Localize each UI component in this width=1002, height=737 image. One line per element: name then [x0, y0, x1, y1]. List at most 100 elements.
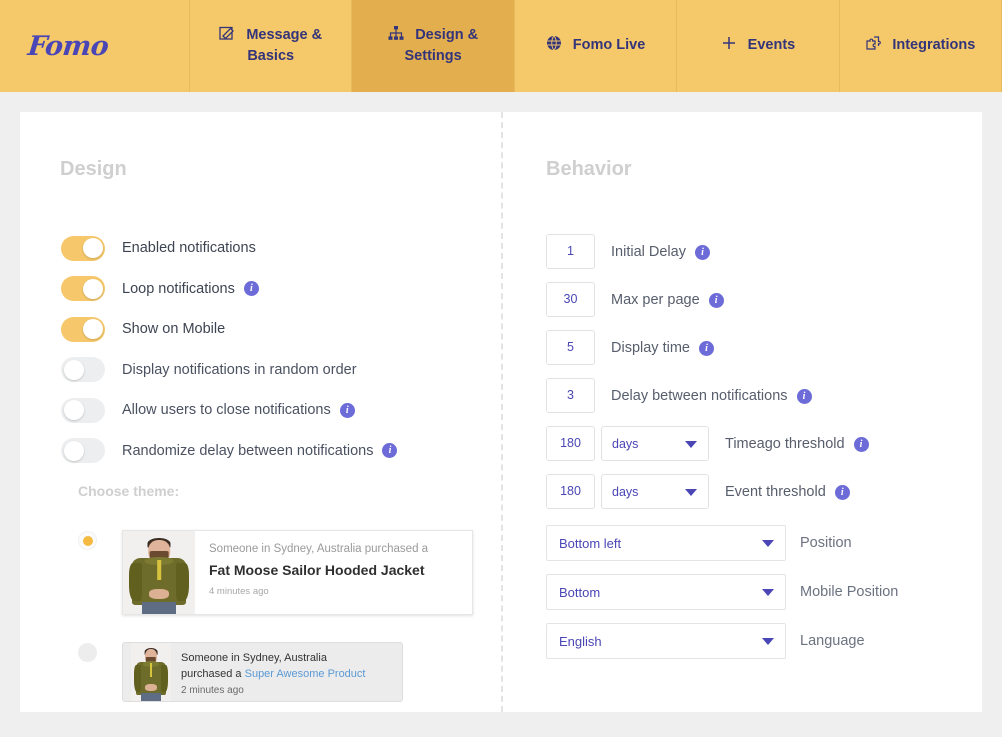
info-icon[interactable]: i	[708, 292, 724, 308]
info-icon[interactable]: i	[834, 484, 850, 500]
select-row-mobile-position: Bottom Mobile Position	[546, 574, 898, 610]
input-display-time[interactable]: 5	[546, 330, 595, 365]
select-mobile-position[interactable]: Bottom	[546, 574, 786, 610]
field-row-delay-between-notifications: 3 Delay between notifications i	[546, 378, 869, 413]
theme-option-1[interactable]: Someone in Sydney, Australia purchased a…	[78, 530, 473, 615]
field-row-display-time: 5 Display time i	[546, 330, 869, 365]
theme-preview-image-2	[131, 643, 171, 701]
select-value: Bottom left	[559, 535, 622, 551]
select-label: Language	[800, 633, 865, 649]
input-max-per-page[interactable]: 30	[546, 282, 595, 317]
select-value: days	[612, 436, 639, 451]
field-label: Initial Delay i	[611, 244, 710, 260]
field-label: Delay between notifications i	[611, 388, 812, 404]
theme-preview-card-2[interactable]: Someone in Sydney, Australia purchased a…	[122, 642, 403, 702]
tab-design-and-settings[interactable]: Design & Settings	[352, 0, 515, 92]
toggle-label: Display notifications in random order	[122, 361, 357, 378]
theme-1-timestamp: 4 minutes ago	[209, 586, 269, 597]
toggle-row-enabled-notifications[interactable]: Enabled notifications	[61, 235, 397, 261]
toggle-knob	[63, 359, 84, 380]
input-delay-between-notifications[interactable]: 3	[546, 378, 595, 413]
tab-label: Message & Basics	[246, 26, 323, 64]
field-label-text: Event threshold	[725, 483, 826, 500]
select-value: English	[559, 633, 602, 649]
toggle-label: Loop notifications	[122, 280, 235, 297]
toggle-loop-notifications[interactable]	[61, 276, 105, 301]
settings-card: Design Enabled notifications Loop notifi…	[20, 112, 982, 712]
info-icon[interactable]: i	[694, 244, 710, 260]
theme-radio-1[interactable]	[78, 531, 97, 550]
chevron-down-icon	[685, 488, 697, 496]
select-event-threshold-unit[interactable]: days	[601, 474, 709, 509]
input-initial-delay[interactable]: 1	[546, 234, 595, 269]
design-toggle-list: Enabled notifications Loop notifications…	[61, 235, 398, 478]
behavior-select-list: Bottom left Position Bottom Mobile Posit…	[546, 525, 898, 672]
theme-radio-2[interactable]	[78, 643, 97, 662]
chevron-down-icon	[762, 638, 774, 645]
select-label: Mobile Position	[800, 584, 899, 600]
toggle-row-allow-close[interactable]: Allow users to close notifications i	[61, 397, 397, 423]
theme-2-product-link[interactable]: Super Awesome Product	[245, 668, 366, 680]
select-row-language: English Language	[546, 623, 898, 659]
theme-preview-image-1	[123, 531, 195, 614]
field-label-text: Max per page	[611, 291, 700, 308]
field-label: Max per page i	[611, 292, 724, 308]
select-timeago-threshold-unit[interactable]: days	[601, 426, 709, 461]
toggle-row-random-order[interactable]: Display notifications in random order	[61, 357, 397, 383]
design-pane-title: Design	[60, 158, 127, 180]
field-label: Display time i	[611, 340, 714, 356]
info-icon[interactable]: i	[853, 436, 869, 452]
puzzle-piece-icon	[865, 35, 882, 51]
tab-fomo-live[interactable]: Fomo Live	[515, 0, 678, 92]
toggle-row-loop-notifications[interactable]: Loop notifications i	[61, 276, 397, 302]
toggle-label: Randomize delay between notifications	[122, 442, 374, 459]
tab-events[interactable]: Events	[677, 0, 840, 92]
theme-2-line2: purchased a Super Awesome Product	[181, 667, 365, 683]
info-icon[interactable]: i	[339, 402, 355, 418]
toggle-allow-users-close[interactable]	[61, 397, 105, 423]
tab-label: Integrations	[892, 37, 976, 54]
select-label: Position	[800, 535, 852, 551]
toggle-label: Enabled notifications	[122, 240, 256, 256]
brand-logo-area[interactable]: Fomo	[0, 0, 190, 92]
chevron-down-icon	[762, 589, 774, 596]
theme-option-2[interactable]: Someone in Sydney, Australia purchased a…	[78, 642, 403, 702]
toggle-display-random-order[interactable]	[61, 357, 105, 382]
toggle-row-randomize-delay[interactable]: Randomize delay between notifications i	[61, 438, 398, 464]
field-row-event-threshold: 180 days Event threshold i	[546, 474, 869, 509]
info-icon[interactable]: i	[796, 388, 812, 404]
tab-integrations[interactable]: Integrations	[840, 0, 1002, 92]
field-label: Event threshold i	[725, 484, 850, 500]
theme-preview-card-1[interactable]: Someone in Sydney, Australia purchased a…	[122, 530, 473, 615]
toggle-enabled-notifications[interactable]	[61, 235, 105, 261]
select-language[interactable]: English	[546, 623, 786, 659]
toggle-show-on-mobile[interactable]	[61, 316, 105, 342]
globe-icon	[546, 35, 562, 51]
field-label-text: Initial Delay	[611, 243, 686, 260]
toggle-knob	[63, 440, 84, 461]
select-row-position: Bottom left Position	[546, 525, 898, 561]
pencil-square-icon	[219, 25, 235, 41]
info-icon[interactable]: i	[698, 340, 714, 356]
tab-message-and-basics[interactable]: Message & Basics	[190, 0, 353, 92]
toggle-randomize-delay[interactable]	[61, 438, 105, 463]
field-label-text: Display time	[611, 339, 690, 356]
input-event-threshold[interactable]: 180	[546, 474, 595, 509]
toggle-knob	[63, 400, 84, 420]
info-icon[interactable]: i	[243, 281, 259, 296]
design-pane: Design Enabled notifications Loop notifi…	[20, 112, 501, 712]
theme-2-line1: Someone in Sydney, Australia	[181, 652, 327, 664]
toggle-label: Show on Mobile	[122, 321, 226, 337]
field-label-text: Timeago threshold	[725, 435, 845, 452]
field-label: Timeago threshold i	[725, 436, 869, 452]
field-row-max-per-page: 30 Max per page i	[546, 282, 869, 317]
behavior-pane-title: Behavior	[546, 158, 632, 180]
input-timeago-threshold[interactable]: 180	[546, 426, 595, 461]
toggle-row-show-on-mobile[interactable]: Show on Mobile	[61, 316, 397, 342]
tab-label: Events	[747, 37, 796, 54]
info-icon[interactable]: i	[382, 443, 398, 458]
theme-2-prefix: purchased a	[181, 667, 245, 680]
behavior-field-list: 1 Initial Delay i 30 Max per page i 5 Disp…	[546, 234, 869, 522]
select-position[interactable]: Bottom left	[546, 525, 786, 561]
tab-label: Fomo Live	[572, 37, 646, 54]
